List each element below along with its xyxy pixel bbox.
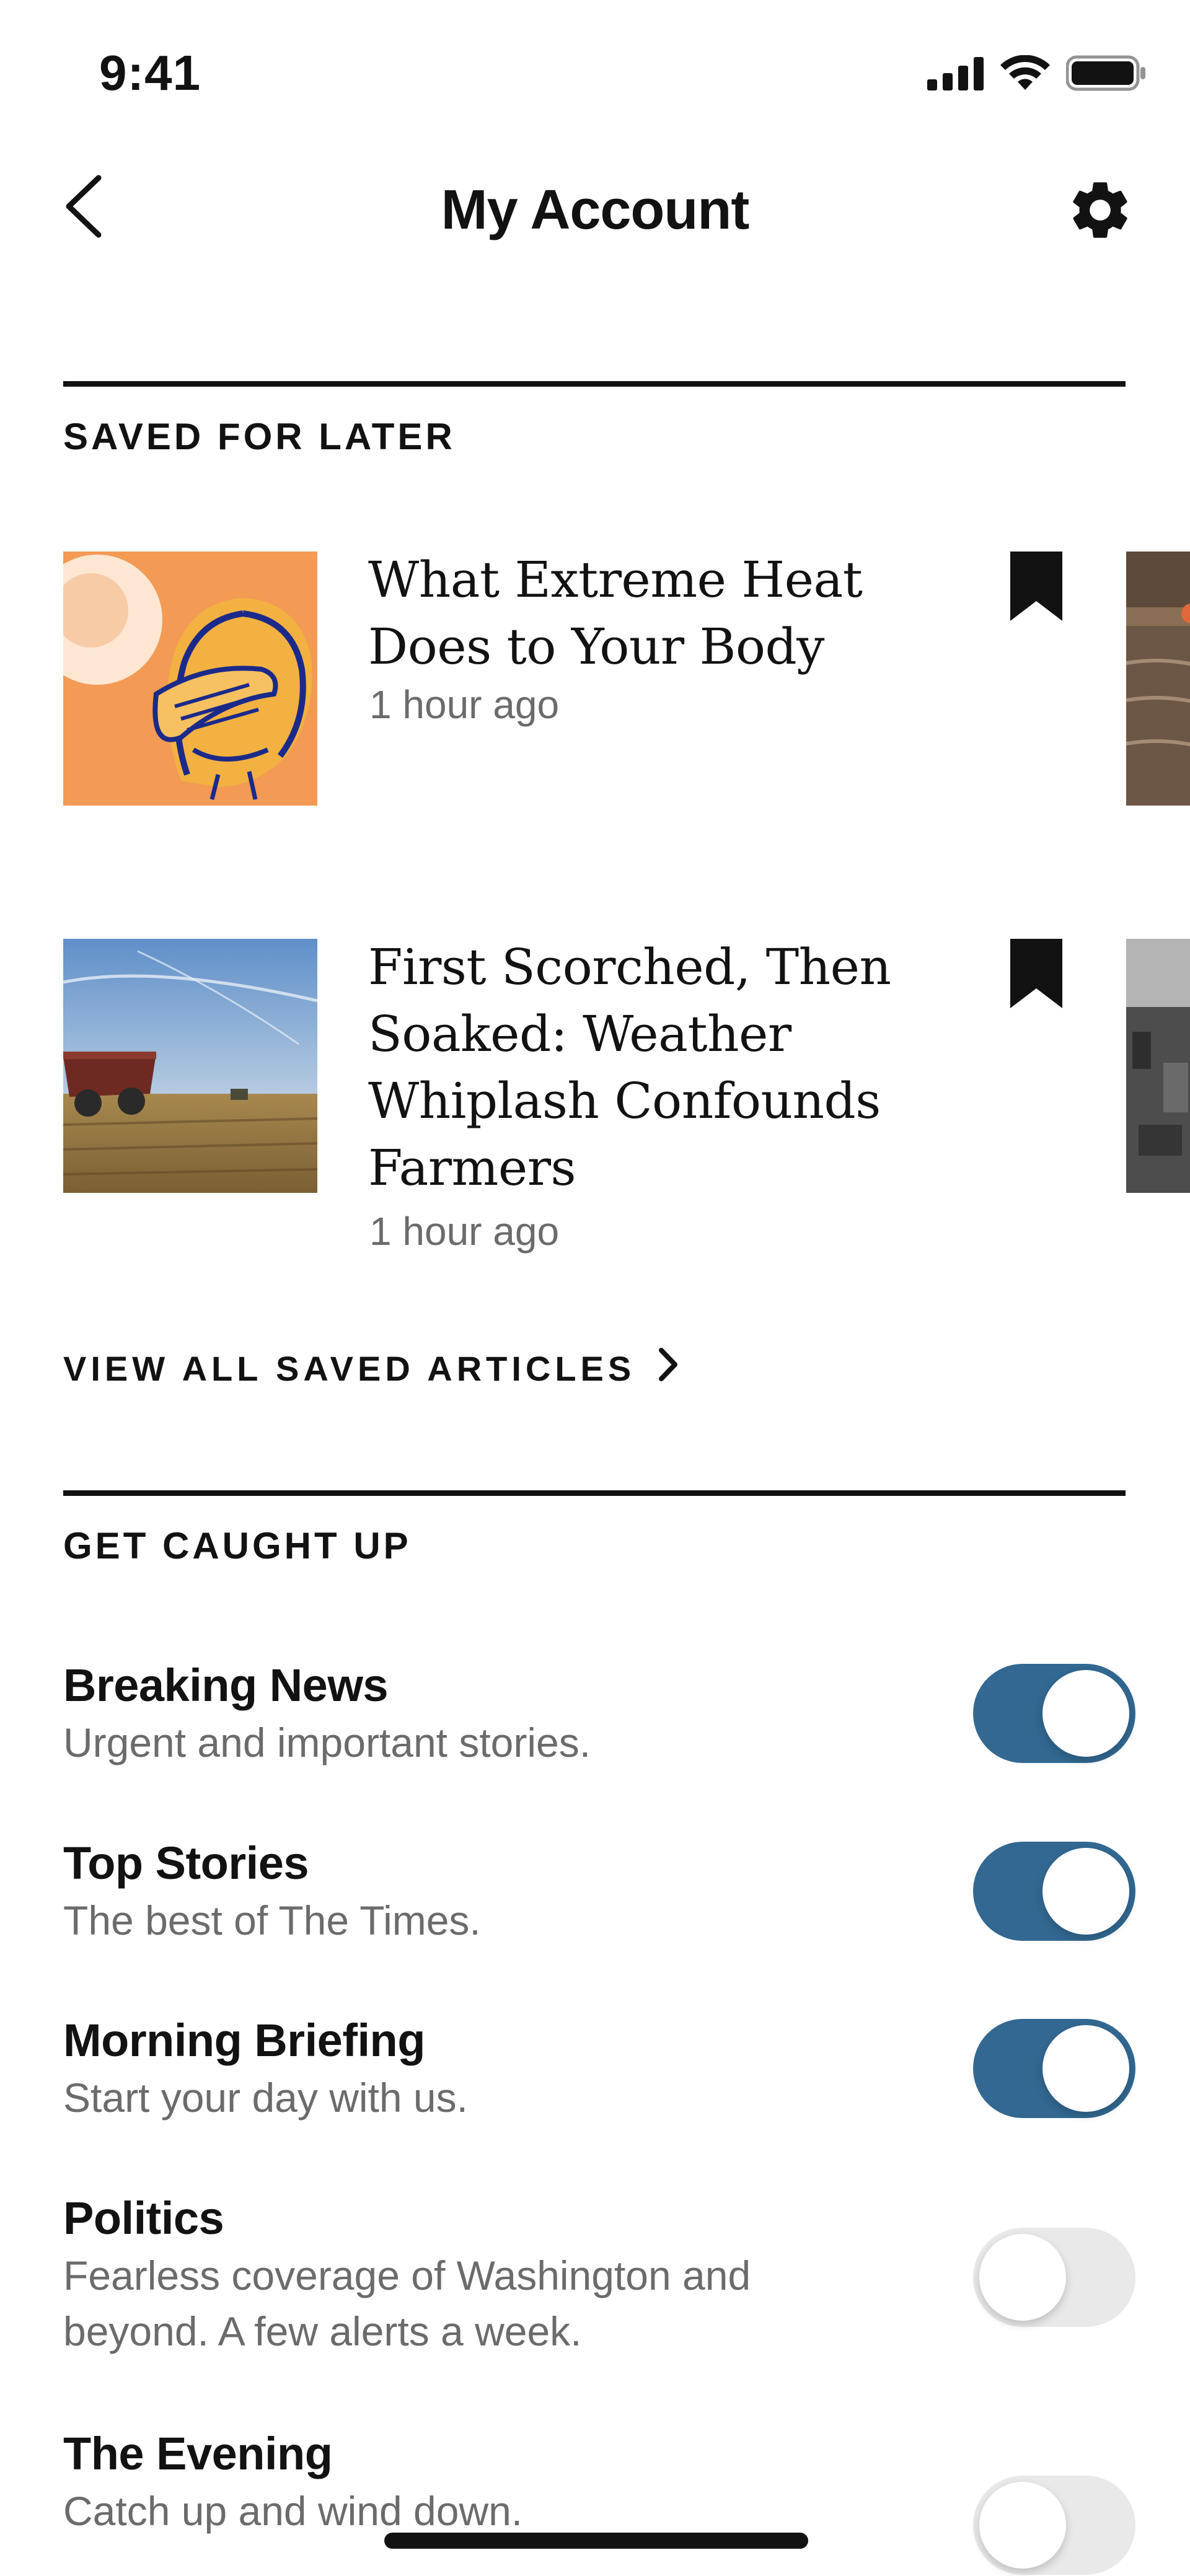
article-thumbnail [63, 552, 317, 806]
top-stories-toggle[interactable] [973, 1842, 1135, 1941]
toggle-knob [1042, 1670, 1129, 1757]
status-time: 9:41 [99, 45, 201, 100]
toggle-knob [1042, 1848, 1129, 1935]
notification-row-politics: Politics Fearless coverage of Washington… [63, 2191, 1135, 2359]
status-icons [927, 55, 1147, 95]
notification-row-top-stories: Top Stories The best of The Times. [63, 1835, 1135, 1948]
article-timestamp: 1 hour ago [369, 1209, 560, 1254]
notification-description: Start your day with us. [63, 2075, 468, 2121]
bookmark-icon [1010, 552, 1062, 623]
article-title[interactable]: What Extreme Heat Does to Your Body [368, 547, 901, 680]
morning-briefing-toggle[interactable] [973, 2019, 1135, 2118]
next-article-peek[interactable] [1126, 552, 1190, 806]
section-divider [63, 1490, 1126, 1496]
nav-bar: My Account [0, 143, 1190, 273]
home-indicator[interactable] [384, 2533, 808, 2549]
bookmark-button[interactable] [1010, 552, 1066, 626]
toggle-knob [1042, 2025, 1129, 2112]
battery-icon [1065, 55, 1147, 95]
chevron-right-icon [658, 1348, 679, 1389]
notification-description: Urgent and important stories. [63, 1720, 591, 1765]
bookmark-icon [1010, 939, 1062, 1011]
bookmark-button[interactable] [1010, 939, 1066, 1013]
notification-row-morning-briefing: Morning Briefing Start your day with us. [63, 2013, 1135, 2125]
notification-row-breaking-news: Breaking News Urgent and important stori… [63, 1658, 1135, 1770]
notification-description: The best of The Times. [63, 1897, 481, 1943]
notification-description: Fearless coverage of Washington and beyo… [63, 2253, 751, 2354]
toggle-knob [979, 2234, 1066, 2321]
saved-section-label: SAVED FOR LATER [63, 416, 456, 457]
the-evening-toggle[interactable] [973, 2476, 1135, 2575]
wifi-icon [1000, 55, 1050, 94]
notification-row-the-evening: The Evening Catch up and wind down. [63, 2426, 1135, 2575]
article-timestamp: 1 hour ago [369, 682, 560, 727]
page-title: My Account [441, 179, 750, 241]
view-all-label: VIEW ALL SAVED ARTICLES [63, 1349, 636, 1388]
view-all-saved-link[interactable]: VIEW ALL SAVED ARTICLES [63, 1348, 679, 1389]
notification-description: Catch up and wind down. [63, 2488, 523, 2534]
article-title[interactable]: First Scorched, Then Soaked: Weather Whi… [368, 934, 901, 1202]
notification-title: The Evening [63, 2428, 333, 2479]
toggle-knob [979, 2482, 1066, 2569]
cellular-signal-icon [927, 56, 984, 94]
politics-toggle[interactable] [973, 2228, 1135, 2327]
status-bar: 9:41 [0, 0, 1190, 143]
settings-button[interactable] [1060, 171, 1140, 252]
caught-up-section-label: GET CAUGHT UP [63, 1525, 412, 1567]
breaking-news-toggle[interactable] [973, 1664, 1135, 1763]
article-thumbnail [63, 939, 317, 1193]
section-divider [63, 381, 1126, 387]
next-article-peek[interactable] [1126, 939, 1190, 1193]
notification-title: Politics [63, 2192, 224, 2244]
gear-icon [1065, 175, 1135, 248]
